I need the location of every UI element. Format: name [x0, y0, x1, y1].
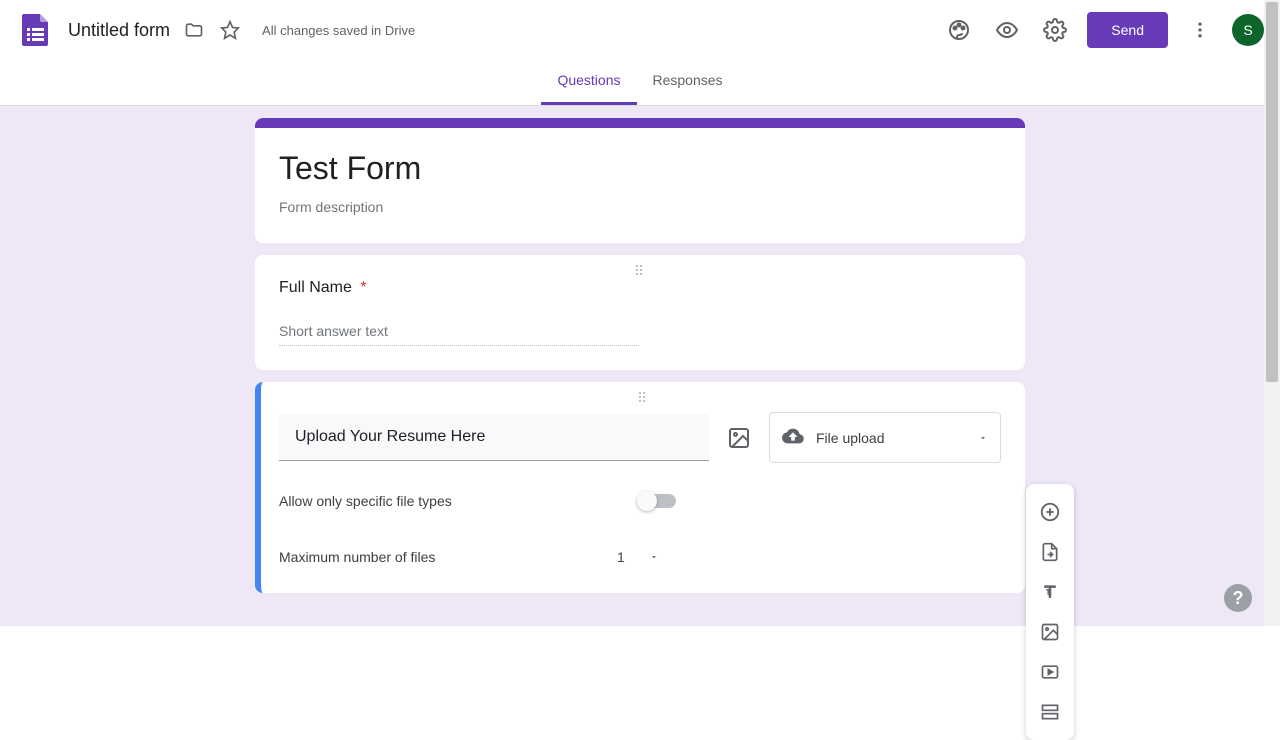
more-menu-icon[interactable] [1180, 10, 1220, 50]
preview-icon[interactable] [987, 10, 1027, 50]
editor-area: Test Form Form description ⠿ Full Name *… [0, 106, 1280, 626]
scrollbar-thumb[interactable] [1266, 2, 1278, 382]
star-icon[interactable] [218, 18, 242, 42]
chevron-down-icon [649, 549, 659, 565]
allow-specific-toggle[interactable] [639, 494, 676, 508]
question-title-input[interactable] [279, 414, 709, 461]
settings-icon[interactable] [1035, 10, 1075, 50]
form-title-card[interactable]: Test Form Form description [255, 118, 1025, 243]
chevron-down-icon [978, 430, 988, 446]
scrollbar-track[interactable] [1264, 0, 1280, 626]
max-files-value: 1 [617, 549, 625, 565]
question-1-text: Full Name [279, 279, 352, 296]
question-type-label: File upload [816, 430, 885, 446]
add-video-icon[interactable] [1030, 652, 1070, 692]
max-files-dropdown[interactable]: 1 [609, 545, 667, 569]
add-title-icon[interactable] [1030, 572, 1070, 612]
save-status: All changes saved in Drive [262, 23, 415, 38]
required-indicator: * [360, 279, 366, 296]
add-image-icon[interactable] [725, 424, 753, 452]
tab-questions[interactable]: Questions [541, 60, 636, 105]
form-title[interactable]: Test Form [279, 150, 1001, 187]
add-image-icon[interactable] [1030, 612, 1070, 652]
drag-handle-icon[interactable]: ⠿ [637, 390, 649, 407]
help-button[interactable]: ? [1224, 584, 1252, 612]
floating-toolbar [1026, 484, 1074, 740]
tabs-bar: Questions Responses [0, 60, 1280, 106]
short-answer-placeholder: Short answer text [279, 317, 639, 346]
header-bar: Untitled form All changes saved in Drive… [0, 0, 1280, 60]
send-button[interactable]: Send [1087, 12, 1168, 48]
question-card-2[interactable]: ⠿ File upload Allow only spe [255, 382, 1025, 593]
form-name[interactable]: Untitled form [68, 20, 170, 41]
max-files-label: Maximum number of files [279, 549, 609, 565]
question-type-selector[interactable]: File upload [769, 412, 1001, 463]
question-card-1[interactable]: ⠿ Full Name * Short answer text [255, 255, 1025, 370]
move-to-folder-icon[interactable] [182, 18, 206, 42]
question-label: Full Name * [279, 279, 1001, 297]
drag-handle-icon[interactable]: ⠿ [634, 263, 646, 280]
account-avatar[interactable]: S [1232, 14, 1264, 46]
add-question-icon[interactable] [1030, 492, 1070, 532]
tab-responses[interactable]: Responses [637, 60, 739, 105]
cloud-upload-icon [782, 425, 804, 450]
allow-specific-file-types-label: Allow only specific file types [279, 493, 639, 509]
customize-theme-icon[interactable] [939, 10, 979, 50]
forms-logo-icon[interactable] [16, 10, 56, 50]
form-description[interactable]: Form description [279, 199, 1001, 215]
import-questions-icon[interactable] [1030, 532, 1070, 572]
add-section-icon[interactable] [1030, 692, 1070, 732]
